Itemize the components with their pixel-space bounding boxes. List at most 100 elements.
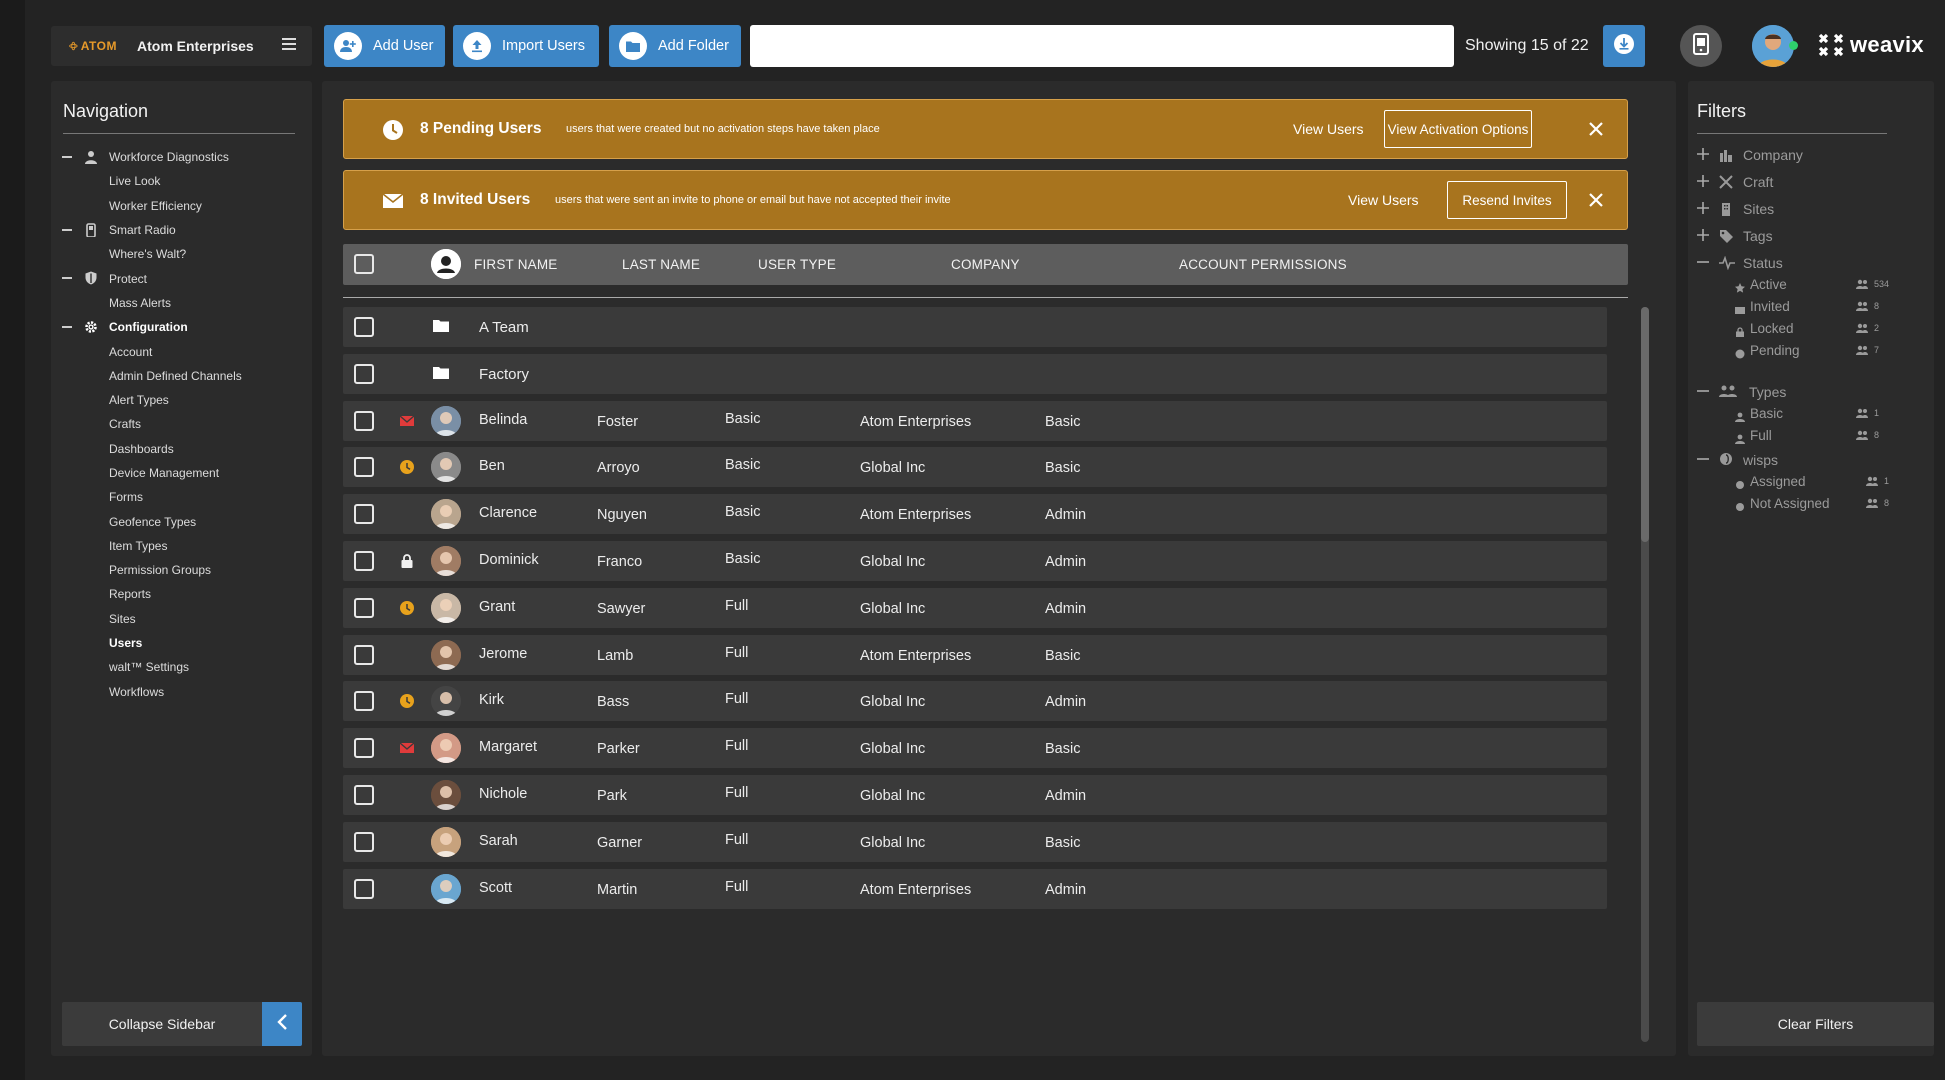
gear-icon (84, 320, 98, 334)
table-scrollbar[interactable] (1641, 307, 1649, 1042)
folder-row[interactable]: A Team (343, 307, 1607, 347)
sidebar-item-smart-radio[interactable]: Smart Radio (51, 218, 312, 242)
row-checkbox[interactable] (354, 831, 374, 852)
table-row[interactable]: Clarence Nguyen Basic Atom Enterprises Admin (343, 494, 1607, 535)
row-checkbox[interactable] (354, 691, 374, 712)
sidebar-item-admin-defined-channels[interactable]: Admin Defined Channels (51, 364, 312, 388)
filter-tags[interactable]: Tags (1697, 228, 1897, 244)
row-checkbox[interactable] (354, 878, 374, 899)
collapse-sidebar-arrow[interactable] (262, 1002, 302, 1046)
select-all-checkbox[interactable] (354, 254, 374, 274)
row-checkbox[interactable] (354, 410, 374, 431)
table-row[interactable]: Sarah Garner Full Global Inc Basic (343, 821, 1607, 862)
user-type-header[interactable]: USER TYPE (758, 257, 836, 272)
table-row[interactable]: Scott Martin Full Atom Enterprises Admin (343, 868, 1607, 909)
sidebar-item-workflows[interactable]: Workflows (51, 680, 312, 704)
clear-filters-button[interactable]: Clear Filters (1697, 1002, 1934, 1046)
tools-icon (1719, 175, 1733, 189)
resend-invites-button[interactable]: Resend Invites (1447, 181, 1567, 219)
folder-name: A Team (479, 319, 529, 336)
users-panel: 8 Pending Users users that were created … (322, 81, 1676, 1056)
filter-types[interactable]: Types (1697, 384, 1897, 400)
row-checkbox[interactable] (354, 738, 374, 759)
table-row[interactable]: Dominick Franco Basic Global Inc Admin (343, 541, 1607, 581)
sidebar-item-crafts[interactable]: Crafts (51, 412, 312, 436)
minus-icon (1697, 384, 1709, 396)
add-user-button[interactable]: Add User (324, 25, 445, 67)
minus-icon[interactable] (62, 228, 72, 231)
minus-icon[interactable] (62, 277, 72, 280)
close-icon[interactable] (1587, 191, 1605, 209)
download-button[interactable] (1603, 25, 1645, 67)
person-icon (84, 150, 98, 164)
row-checkbox[interactable] (354, 785, 374, 805)
row-checkbox[interactable] (354, 597, 374, 618)
row-checkbox[interactable] (354, 317, 374, 337)
table-row[interactable]: Nichole Park Full Global Inc Admin (343, 775, 1607, 815)
navigation-title: Navigation (63, 101, 149, 121)
sidebar-item-alert-types[interactable]: Alert Types (51, 388, 312, 412)
row-checkbox[interactable] (354, 504, 374, 525)
sidebar-item-walt-settings[interactable]: walt™ Settings (51, 655, 312, 679)
sidebar-item-label: Live Look (109, 174, 161, 189)
close-icon[interactable] (1587, 120, 1605, 138)
table-row[interactable]: Grant Sawyer Full Global Inc Admin (343, 587, 1607, 628)
folder-row[interactable]: Factory (343, 353, 1607, 394)
filter-sites[interactable]: Sites (1697, 201, 1897, 217)
import-users-button[interactable]: Import Users (453, 25, 599, 67)
sidebar-item-label: Dashboards (109, 441, 174, 456)
sidebar-item-geofence-types[interactable]: Geofence Types (51, 509, 312, 533)
sidebar-item-users[interactable]: Users (51, 631, 312, 655)
folder-icon (433, 366, 449, 379)
sidebar-item-item-types[interactable]: Item Types (51, 534, 312, 558)
invited-view-users-link[interactable]: View Users (1348, 192, 1419, 208)
filter-craft[interactable]: Craft (1697, 174, 1897, 190)
device-button[interactable] (1680, 25, 1722, 67)
add-folder-button[interactable]: Add Folder (609, 25, 741, 67)
current-user-avatar[interactable] (1752, 25, 1794, 67)
sidebar-item-workforce-diagnostics[interactable]: Workforce Diagnostics (51, 145, 312, 169)
account-permissions-header[interactable]: ACCOUNT PERMISSIONS (1179, 257, 1347, 272)
pending-view-users-link[interactable]: View Users (1293, 121, 1364, 137)
sidebar-item-configuration[interactable]: Configuration (51, 315, 312, 339)
sidebar-item-worker-efficiency[interactable]: Worker Efficiency (51, 194, 312, 218)
sidebar-item-forms[interactable]: Forms (51, 485, 312, 509)
filter-company[interactable]: Company (1697, 147, 1897, 163)
row-checkbox[interactable] (354, 457, 374, 478)
filter-wisps[interactable]: wisps (1697, 452, 1897, 468)
sidebar-item-dashboards[interactable]: Dashboards (51, 437, 312, 461)
sidebar-item-device-management[interactable]: Device Management (51, 461, 312, 485)
collapse-sidebar-button[interactable]: Collapse Sidebar (62, 1002, 262, 1046)
row-checkbox[interactable] (354, 363, 374, 384)
sidebar-item-where-s-walt[interactable]: Where's Walt? (51, 242, 312, 266)
invited-users-title: 8 Invited Users (420, 191, 531, 208)
sidebar-item-mass-alerts[interactable]: Mass Alerts (51, 291, 312, 315)
last-name-header[interactable]: LAST NAME (622, 257, 700, 272)
table-row[interactable]: Kirk Bass Full Global Inc Admin (343, 681, 1607, 722)
sidebar-item-permission-groups[interactable]: Permission Groups (51, 558, 312, 582)
sidebar-item-reports[interactable]: Reports (51, 582, 312, 606)
search-input[interactable] (750, 25, 1454, 67)
row-checkbox[interactable] (354, 551, 374, 571)
filter-option-label: Pending (1750, 343, 1800, 358)
minus-icon[interactable] (62, 326, 72, 329)
minus-icon[interactable] (62, 156, 72, 158)
company-header[interactable]: COMPANY (951, 257, 1020, 272)
sidebar-item-live-look[interactable]: Live Look (51, 169, 312, 193)
first-name-cell: Grant (479, 598, 516, 615)
scrollbar-thumb[interactable] (1641, 307, 1649, 542)
table-row[interactable]: Jerome Lamb Full Atom Enterprises Basic (343, 634, 1607, 675)
view-activation-options-button[interactable]: View Activation Options (1384, 110, 1532, 148)
sidebar-item-protect[interactable]: Protect (51, 266, 312, 290)
row-checkbox[interactable] (354, 644, 374, 665)
table-row[interactable]: Margaret Parker Full Global Inc Basic (343, 728, 1607, 769)
menu-icon[interactable] (282, 38, 296, 50)
first-name-header[interactable]: FIRST NAME (474, 257, 558, 272)
sidebar-item-sites[interactable]: Sites (51, 607, 312, 631)
table-row[interactable]: Belinda Foster Basic Atom Enterprises Basic (343, 400, 1607, 441)
table-row[interactable]: Ben Arroyo Basic Global Inc Basic (343, 447, 1607, 488)
filter-status[interactable]: Status (1697, 255, 1897, 271)
count-value: 1 (1874, 408, 1880, 418)
last-name-cell: Garner (597, 834, 643, 851)
sidebar-item-account[interactable]: Account (51, 339, 312, 363)
